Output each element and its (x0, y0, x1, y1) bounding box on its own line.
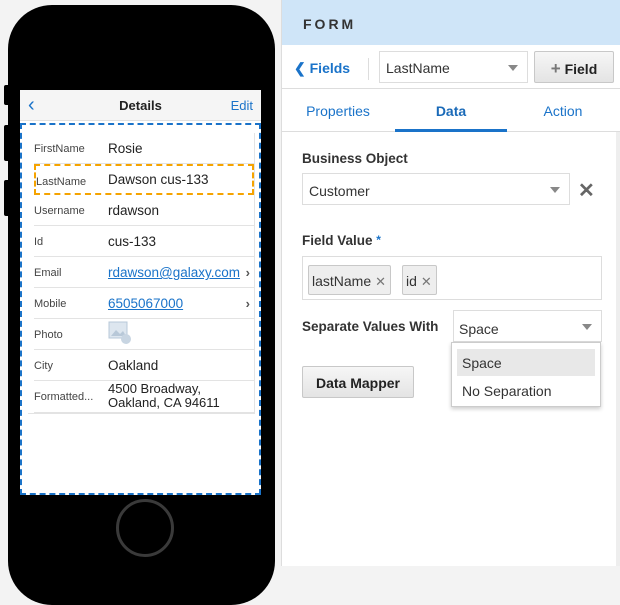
separate-values-dropdown: Space No Separation (451, 342, 601, 407)
phone-volume-up-button (4, 125, 10, 161)
phone-header: ‹ Details Edit (20, 90, 261, 121)
phone-volume-down-button (4, 180, 10, 216)
fields-link-label: Fields (309, 60, 351, 76)
list-item[interactable]: Email rdawson@galaxy.com › (34, 257, 254, 288)
list-item[interactable]: Id cus-133 (34, 226, 254, 257)
scrollbar[interactable] (616, 132, 620, 566)
photo-placeholder-icon (108, 321, 131, 344)
field-label: Email (34, 267, 62, 279)
field-label: City (34, 360, 53, 372)
remove-chip-icon[interactable]: ✕ (421, 274, 432, 289)
phone-title: Details (119, 98, 162, 113)
chip-label: id (406, 273, 417, 289)
list-item[interactable]: Username rdawson (34, 195, 254, 226)
add-field-label: Field (564, 61, 598, 77)
phone-mute-button (4, 85, 10, 105)
field-value-input[interactable]: lastName ✕ id ✕ (302, 256, 602, 300)
edit-button[interactable]: Edit (231, 98, 253, 113)
plus-icon: + (550, 59, 561, 78)
field-label: Formatted... (34, 391, 94, 403)
list-item-selected[interactable]: LastName Dawson cus-133 (34, 164, 254, 195)
list-item[interactable]: Photo (34, 319, 254, 350)
field-value: Rosie (108, 141, 143, 156)
address-line-2: Oakland, CA 94611 (108, 395, 220, 410)
chevron-right-icon: › (245, 265, 250, 280)
field-label: Username (34, 205, 85, 217)
list-item[interactable]: City Oakland (34, 350, 254, 381)
tab-properties[interactable]: Properties (282, 103, 394, 119)
phone-link[interactable]: 6505067000 (108, 296, 183, 311)
detail-list: FirstName Rosie LastName Dawson cus-133 Us… (28, 133, 255, 414)
field-label: Id (34, 236, 44, 248)
chip-lastname: lastName ✕ (308, 265, 392, 295)
form-canvas[interactable]: FirstName Rosie LastName Dawson cus-133 Us… (20, 123, 261, 495)
tab-data[interactable]: Data (395, 103, 507, 119)
separate-values-select[interactable]: Space (453, 310, 602, 342)
caret-down-icon (582, 324, 592, 330)
field-label: Photo (34, 329, 63, 341)
field-value: 4500 Broadway, Oakland, CA 94611 (108, 382, 220, 410)
tab-action[interactable]: Action (507, 103, 619, 119)
caret-down-icon (508, 65, 518, 71)
list-item[interactable]: FirstName Rosie (34, 133, 254, 164)
email-link[interactable]: rdawson@galaxy.com (108, 265, 240, 280)
field-value: rdawson (108, 203, 160, 218)
field-value-label: Field Value * (302, 233, 381, 248)
fields-back-link[interactable]: ❮ Fields (294, 60, 350, 77)
required-asterisk: * (376, 233, 381, 247)
phone-home-button (116, 499, 174, 557)
field-value: Oakland (108, 358, 159, 373)
chip-id: id ✕ (402, 265, 437, 295)
remove-chip-icon[interactable]: ✕ (375, 274, 386, 289)
active-tab-indicator (395, 129, 507, 132)
phone-screen: ‹ Details Edit FirstName Rosie LastName Da… (20, 90, 261, 495)
panel-title: FORM (282, 0, 620, 45)
chevron-right-icon: › (245, 296, 250, 311)
business-object-value: Customer (309, 183, 370, 199)
address-line-1: 4500 Broadway, (108, 381, 201, 396)
option-space[interactable]: Space (457, 349, 595, 376)
panel-toolbar: ❮ Fields LastName + Field (282, 45, 620, 89)
business-object-label: Business Object (302, 151, 408, 166)
chevron-left-icon: ❮ (294, 60, 306, 76)
field-label: LastName (36, 176, 87, 188)
field-label: Mobile (34, 298, 67, 310)
properties-panel: FORM ❮ Fields LastName + Field Propertie… (281, 0, 620, 566)
field-label: FirstName (34, 143, 85, 155)
tab-bar: Properties Data Action (282, 89, 620, 132)
data-mapper-button[interactable]: Data Mapper (302, 366, 414, 398)
separate-values-label: Separate Values With (302, 319, 439, 334)
option-no-separation[interactable]: No Separation (457, 377, 595, 404)
field-select-value: LastName (386, 60, 450, 76)
field-value: Dawson cus-133 (108, 172, 209, 187)
clear-business-object-icon[interactable]: ✕ (578, 178, 595, 203)
business-object-select[interactable]: Customer (302, 173, 570, 205)
field-value-label-text: Field Value (302, 233, 373, 248)
add-field-button[interactable]: + Field (534, 51, 614, 83)
field-select[interactable]: LastName (379, 51, 528, 83)
list-item[interactable]: Formatted... 4500 Broadway, Oakland, CA 94… (34, 381, 254, 413)
separate-values-value: Space (459, 321, 499, 337)
caret-down-icon (550, 187, 560, 193)
divider (368, 58, 369, 80)
field-value: cus-133 (108, 234, 157, 249)
chip-label: lastName (312, 273, 372, 289)
list-item[interactable]: Mobile 6505067000 › (34, 288, 254, 319)
